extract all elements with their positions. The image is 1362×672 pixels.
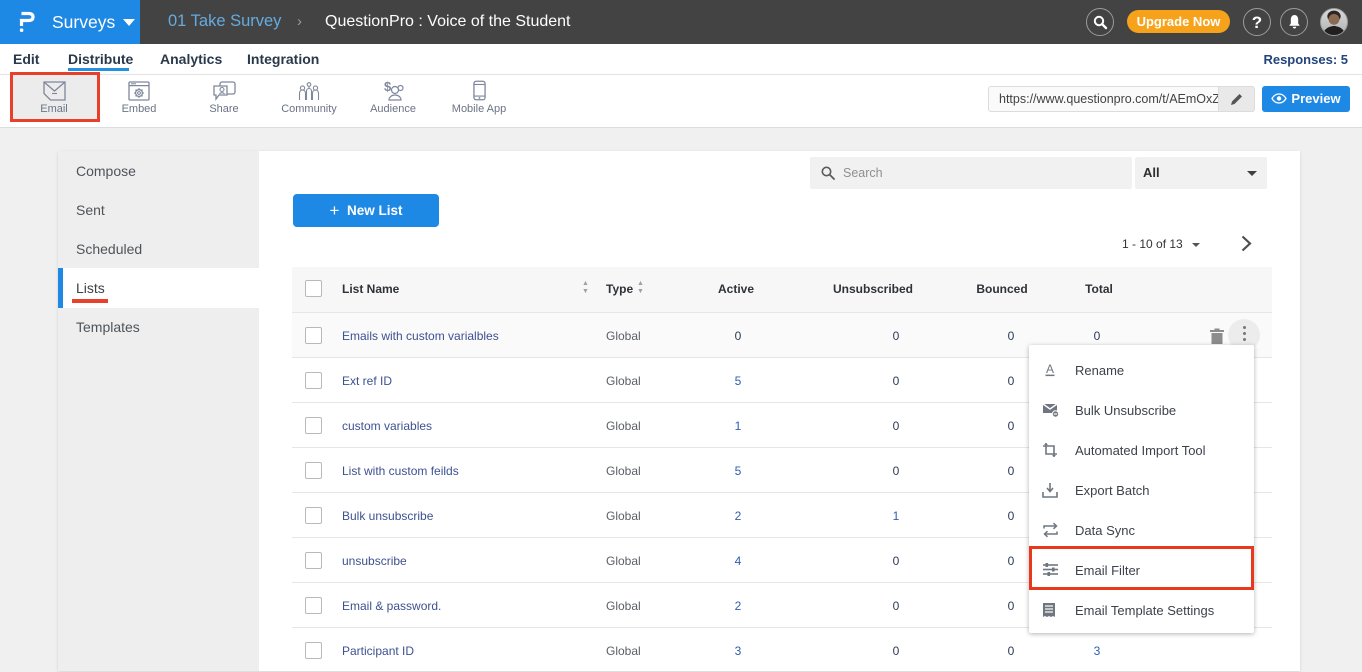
svg-text:$: $ [384,81,392,94]
svg-text:A: A [1046,362,1054,376]
